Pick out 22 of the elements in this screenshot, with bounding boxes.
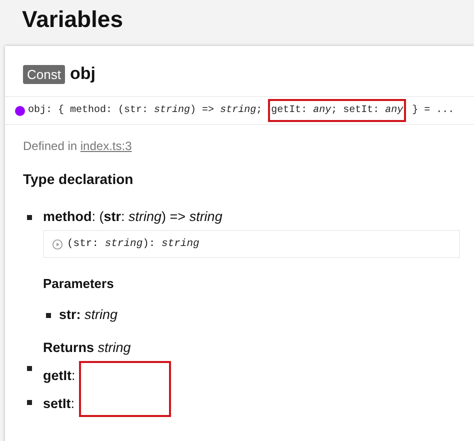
signature-text: obj: { method: (str: string) => string; bbox=[28, 105, 264, 116]
member-text: getIt: bbox=[43, 368, 76, 382]
source-link[interactable]: index.ts:3 bbox=[80, 139, 132, 153]
signature-text: getIt: any; setIt: any bbox=[268, 99, 406, 122]
signature-text: } = ... bbox=[411, 105, 454, 116]
returns-text: Returns string bbox=[43, 339, 132, 355]
variable-dot-icon bbox=[15, 106, 25, 116]
member-text: method: (str: string) => string bbox=[43, 209, 224, 224]
member-text: setIt: bbox=[43, 396, 75, 410]
bullet-icon bbox=[27, 215, 32, 220]
bullet-icon bbox=[27, 366, 32, 371]
const-badge: Const bbox=[23, 64, 65, 84]
declaration-name: obj bbox=[70, 64, 96, 84]
call-signature-text: (str: string): string bbox=[67, 238, 200, 250]
page-title: Variables bbox=[21, 5, 124, 34]
bullet-icon bbox=[27, 400, 32, 405]
parameter-text: str: string bbox=[59, 307, 118, 322]
bullet-icon bbox=[46, 313, 51, 318]
parameters-heading: Parameters bbox=[43, 275, 115, 291]
section-heading: Type declaration bbox=[22, 170, 134, 187]
defined-in-text: Defined in index.ts:3 bbox=[22, 138, 133, 153]
play-circle-icon[interactable] bbox=[52, 238, 63, 250]
